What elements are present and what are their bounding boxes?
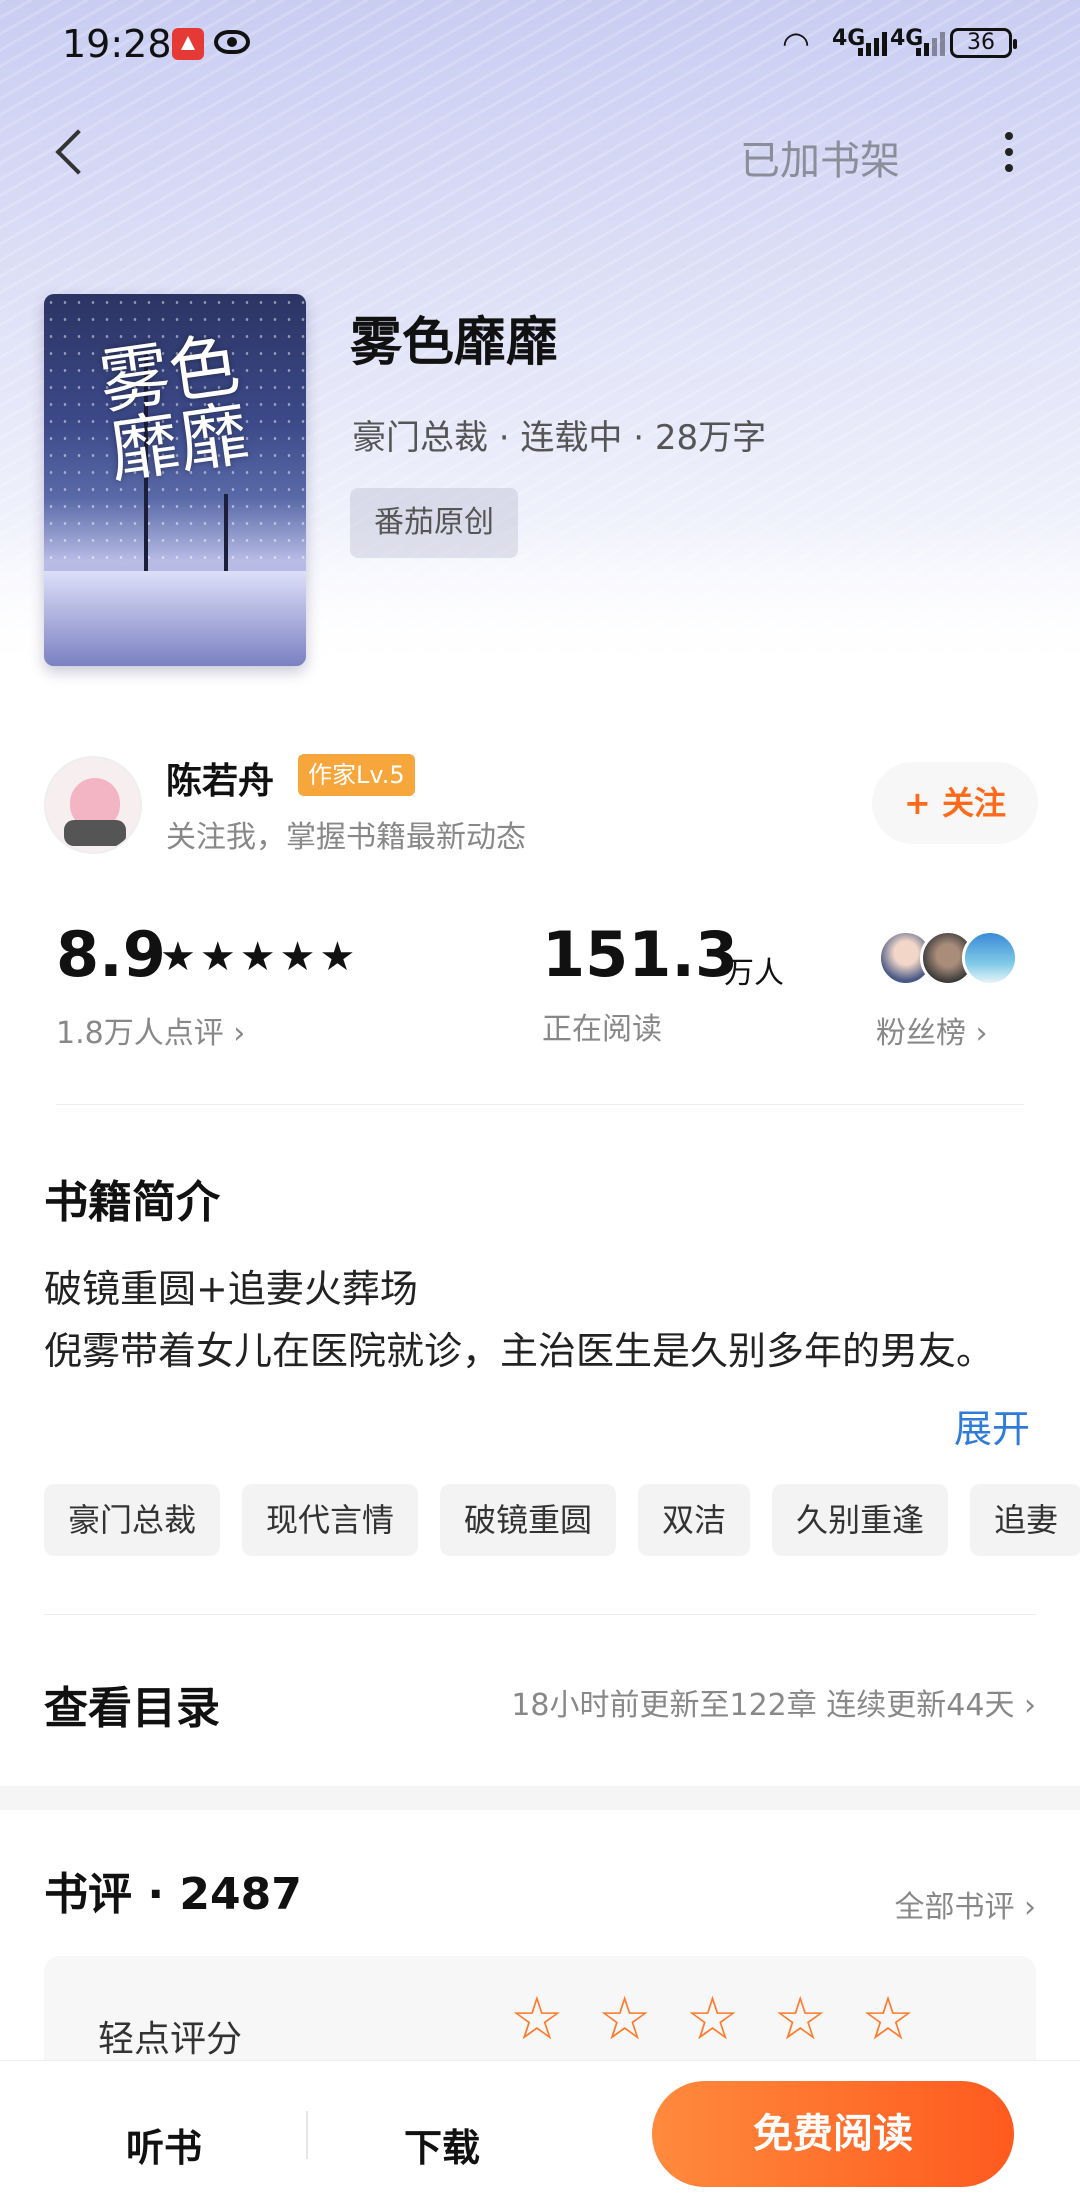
signal-icon-2 bbox=[916, 32, 945, 56]
catalog-title[interactable]: 查看目录 bbox=[44, 1672, 220, 1736]
rate-stars[interactable]: ☆☆☆☆☆ bbox=[510, 1984, 949, 2054]
author-level-badge: 作家Lv.5 bbox=[298, 754, 415, 796]
fans-avatars[interactable] bbox=[878, 930, 1028, 990]
tag-chip[interactable]: 久别重逢 bbox=[772, 1484, 949, 1556]
added-to-shelf-button[interactable]: 已加书架 bbox=[740, 128, 900, 186]
section-separator bbox=[0, 1786, 1080, 1810]
author-avatar[interactable] bbox=[44, 756, 142, 854]
status-bar: 19:28 ◠ 4G 4G 36 bbox=[0, 0, 1080, 90]
book-title: 雾色靡靡 bbox=[350, 313, 559, 373]
expand-button[interactable]: 展开 bbox=[954, 1398, 1030, 1453]
all-reviews-link[interactable]: 全部书评 › bbox=[894, 1882, 1036, 1926]
app-notification-icon bbox=[172, 28, 204, 60]
divider bbox=[56, 1104, 1024, 1105]
follow-button[interactable]: + 关注 bbox=[872, 762, 1038, 844]
catalog-update-info[interactable]: 18小时前更新至122章 连续更新44天 › bbox=[511, 1680, 1036, 1724]
tag-chip[interactable]: 追妻 bbox=[970, 1484, 1080, 1556]
readers-label: 正在阅读 bbox=[542, 1012, 662, 1047]
signal-icon-1 bbox=[858, 32, 887, 56]
listen-button[interactable]: 听书 bbox=[126, 2117, 202, 2172]
rating-stars: ★★★★★ bbox=[160, 934, 360, 980]
cover-title-art: 雾色靡靡 bbox=[94, 323, 255, 494]
author-name[interactable]: 陈若舟 bbox=[166, 752, 274, 804]
tag-chip[interactable]: 双洁 bbox=[638, 1484, 751, 1556]
battery-icon: 36 bbox=[950, 28, 1017, 58]
download-button[interactable]: 下载 bbox=[404, 2117, 480, 2172]
eye-icon bbox=[214, 30, 250, 54]
intro-title: 书籍简介 bbox=[44, 1177, 220, 1228]
intro-line-1: 破镜重圆+追妻火葬场 bbox=[44, 1267, 418, 1311]
free-read-button[interactable]: 免费阅读 bbox=[652, 2081, 1014, 2187]
divider bbox=[306, 2111, 308, 2159]
readers-count: 151.3 bbox=[542, 918, 739, 991]
fan-avatar bbox=[962, 930, 1018, 986]
more-options-icon[interactable] bbox=[994, 126, 1024, 186]
intro-line-2: 倪雾带着女儿在医院就诊，主治医生是久别多年的男友。 bbox=[44, 1329, 995, 1373]
tag-chip[interactable]: 破镜重圆 bbox=[440, 1484, 617, 1556]
tag-chip[interactable]: 豪门总裁 bbox=[44, 1484, 221, 1556]
fans-ranking-link[interactable]: 粉丝榜 › bbox=[876, 1008, 988, 1052]
status-time: 19:28 bbox=[62, 22, 172, 66]
author-description: 关注我，掌握书籍最新动态 bbox=[166, 820, 526, 855]
rating-count-link[interactable]: 1.8万人点评 › bbox=[56, 1008, 245, 1052]
readers-unit: 万人 bbox=[724, 956, 784, 991]
bottom-action-bar: 听书 下载 免费阅读 bbox=[0, 2060, 1080, 2205]
intro-text: 破镜重圆+追妻火葬场 倪雾带着女儿在医院就诊，主治医生是久别多年的男友。 bbox=[44, 1258, 1024, 1382]
cover-ground bbox=[44, 571, 306, 666]
divider bbox=[44, 1614, 1036, 1615]
tag-chips: 豪门总裁 现代言情 破镜重圆 双洁 久别重逢 追妻 bbox=[44, 1484, 1080, 1556]
book-source-tag: 番茄原创 bbox=[350, 488, 518, 558]
tag-chip[interactable]: 现代言情 bbox=[242, 1484, 419, 1556]
rating-score: 8.9 bbox=[56, 918, 166, 991]
wifi-icon: ◠ bbox=[782, 24, 810, 62]
book-meta: 豪门总裁 · 连载中 · 28万字 bbox=[352, 418, 767, 458]
reviews-title: 书评 · 2487 bbox=[44, 1869, 302, 1920]
back-icon[interactable] bbox=[50, 124, 94, 184]
book-cover[interactable]: 雾色靡靡 bbox=[44, 294, 306, 666]
rate-label: 轻点评分 bbox=[98, 2019, 243, 2060]
